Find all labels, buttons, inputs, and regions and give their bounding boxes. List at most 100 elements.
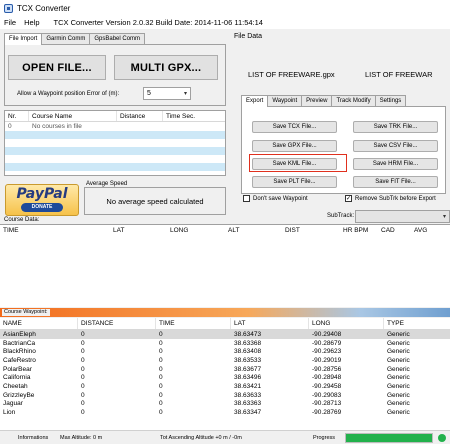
waypoint-cell: AsianEleph (3, 330, 36, 338)
waypoint-row[interactable]: BactrianCa 0 0 38.63368 -90.28679 Generic (0, 339, 450, 348)
waypoint-cell: 38.63347 (234, 409, 262, 417)
file-name-primary: LIST OF FREEWARE.gpx (248, 70, 335, 79)
courses-header: Nr. Course Name Distance Time Sec. (5, 111, 225, 122)
waypoint-cell: GrizzleyBe (3, 391, 35, 399)
save-hrm-button[interactable]: Save HRM File... (353, 158, 438, 170)
waypoint-cell: 38.63408 (234, 348, 262, 356)
waypoint-table[interactable]: NAME DISTANCE TIME LAT LONG TYPE AsianEl… (0, 318, 450, 430)
course-data-header: TIME LAT LONG ALT DIST HR BPM CAD AVG (0, 225, 450, 236)
dont-save-waypoint-option[interactable]: Don't save Waypoint (243, 195, 308, 202)
waypoint-cell: 0 (81, 391, 85, 399)
col-lat: LAT (113, 227, 125, 234)
waypoint-cell: 0 (159, 391, 163, 399)
col-distance: Distance (117, 111, 163, 121)
waypoint-row[interactable]: CafeRestro 0 0 38.63533 -90.29019 Generic (0, 356, 450, 365)
waypoint-error-label: Allow a Waypoint position Error of (m): (17, 91, 120, 97)
waypoint-row[interactable]: California 0 0 38.63496 -90.28948 Generic (0, 373, 450, 382)
save-plt-button[interactable]: Save PLT File... (252, 176, 337, 188)
title-bar: TCX Converter (0, 0, 450, 16)
waypoint-cell: 38.63473 (234, 330, 262, 338)
paypal-logo: PayPal (16, 186, 68, 202)
waypoint-cell: 0 (81, 348, 85, 356)
save-csv-button[interactable]: Save CSV File... (353, 140, 438, 152)
waypoint-cell: 38.63677 (234, 365, 262, 373)
col-time-sec: Time Sec. (166, 112, 196, 120)
app-icon (4, 3, 13, 13)
multi-gpx-button[interactable]: MULTI GPX... (114, 55, 218, 80)
save-trk-button[interactable]: Save TRK File... (353, 121, 438, 133)
file-import-panel: OPEN FILE... MULTI GPX... Allow a Waypoi… (4, 44, 226, 106)
waypoint-row[interactable]: BlackRhino 0 0 38.63408 -90.29623 Generic (0, 347, 450, 356)
waypoint-cell: 0 (81, 356, 85, 364)
tab-waypoint[interactable]: Waypoint (267, 95, 303, 106)
status-informations: Informations (18, 435, 49, 441)
save-tcx-button[interactable]: Save TCX File... (252, 121, 337, 133)
course-row[interactable]: 0 No courses in file (5, 122, 225, 131)
waypoint-cell: -90.28769 (312, 409, 342, 417)
dont-save-waypoint-checkbox[interactable] (243, 195, 250, 202)
waypoint-cell: CafeRestro (3, 356, 36, 364)
col-name: NAME (0, 318, 78, 329)
col-avg: AVG (414, 227, 428, 234)
waypoint-cell: Lion (3, 409, 16, 417)
waypoint-cell: Generic (387, 365, 410, 373)
waypoint-row[interactable]: Jaguar 0 0 38.63363 -90.28713 Generic (0, 400, 450, 409)
save-gpx-button[interactable]: Save GPX File... (252, 140, 337, 152)
tab-preview[interactable]: Preview (301, 95, 333, 106)
paypal-donate-button[interactable]: PayPal DONATE (5, 184, 79, 216)
waypoint-cell: Generic (387, 409, 410, 417)
status-bar: Informations Max Altitude: 0 m Tot Ascen… (0, 430, 450, 444)
waypoint-cell: 0 (81, 400, 85, 408)
waypoint-cell: Generic (387, 382, 410, 390)
remove-subtrk-checkbox[interactable]: ✓ (345, 195, 352, 202)
waypoint-cell: 0 (159, 348, 163, 356)
col-distance: DISTANCE (78, 318, 156, 329)
chevron-down-icon: ▾ (183, 91, 187, 97)
waypoint-cell: 0 (159, 374, 163, 382)
waypoint-error-select[interactable]: 5 ▾ (143, 87, 191, 100)
tab-track-modify[interactable]: Track Modify (331, 95, 376, 106)
file-data-title: File Data (234, 33, 263, 40)
tab-file-import[interactable]: File Import (4, 33, 43, 45)
waypoint-row[interactable]: AsianEleph 0 0 38.63473 -90.29408 Generic (0, 330, 450, 339)
waypoint-cell: -90.29408 (312, 330, 342, 338)
col-nr: Nr. (5, 111, 29, 121)
waypoint-cell: Generic (387, 374, 410, 382)
course-data-grid[interactable]: TIME LAT LONG ALT DIST HR BPM CAD AVG (0, 224, 450, 307)
open-file-button[interactable]: OPEN FILE... (8, 55, 106, 80)
waypoint-cell: 0 (81, 374, 85, 382)
waypoint-cell: 0 (81, 382, 85, 390)
remove-subtrk-option[interactable]: ✓ Remove SubTrk before Export (345, 195, 436, 202)
col-type: TYPE (387, 320, 404, 327)
course-waypoint-bar: Course Waypoint: (0, 308, 450, 317)
tab-export[interactable]: Export (241, 95, 269, 107)
tab-garmin-comm[interactable]: Garmin Comm (41, 33, 91, 44)
menu-help[interactable]: Help (20, 18, 43, 27)
waypoint-row[interactable]: PolarBear 0 0 38.63677 -90.28756 Generic (0, 365, 450, 374)
dont-save-waypoint-label: Don't save Waypoint (253, 195, 308, 202)
col-long: LONG (170, 227, 189, 234)
waypoint-cell: -90.29019 (312, 356, 342, 364)
waypoint-row[interactable]: GrizzleyBe 0 0 38.63633 -90.29083 Generic (0, 391, 450, 400)
donate-label: DONATE (21, 203, 63, 212)
waypoint-cell: California (3, 374, 31, 382)
menu-file[interactable]: File (0, 18, 20, 27)
waypoint-row[interactable]: Cheetah 0 0 38.63421 -90.29458 Generic (0, 382, 450, 391)
waypoint-cell: 0 (81, 365, 85, 373)
col-hr-bpm: HR BPM (343, 227, 369, 234)
waypoint-cell: 38.63533 (234, 356, 262, 364)
subtrack-select[interactable]: ▾ (355, 210, 450, 223)
courses-list[interactable]: Nr. Course Name Distance Time Sec. 0 No … (4, 110, 226, 176)
tab-settings[interactable]: Settings (374, 95, 407, 106)
progress-bar (345, 433, 433, 443)
waypoint-row[interactable]: Lion 0 0 38.63347 -90.28769 Generic (0, 408, 450, 417)
col-alt: ALT (228, 227, 240, 234)
save-fit-button[interactable]: Save FIT File... (353, 176, 438, 188)
waypoint-cell: Generic (387, 330, 410, 338)
waypoint-cell: Generic (387, 391, 410, 399)
waypoint-cell: 38.63421 (234, 382, 262, 390)
waypoint-cell: 38.63496 (234, 374, 262, 382)
export-panel: Save TCX File... Save GPX File... Save K… (241, 106, 446, 194)
waypoint-cell: 0 (81, 330, 85, 338)
tab-gpsbabel-comm[interactable]: GpsBabel Comm (89, 33, 146, 44)
